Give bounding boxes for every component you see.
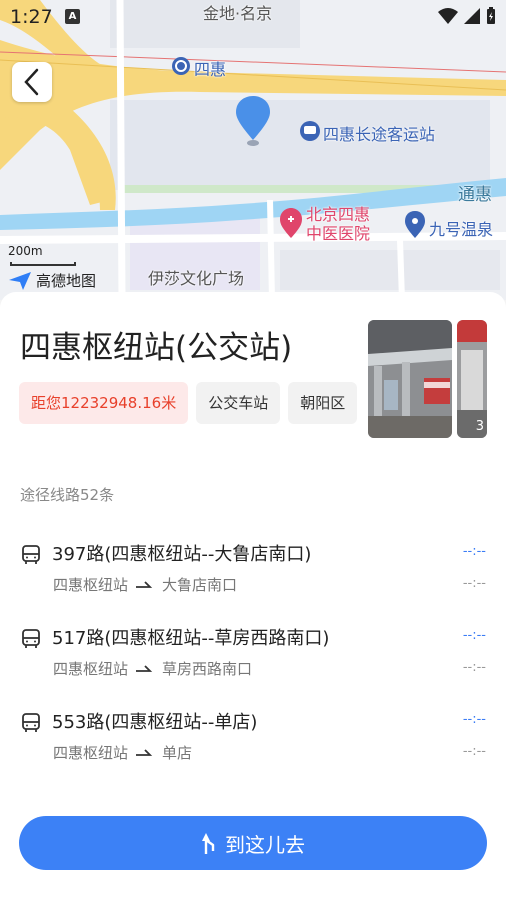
- notification-icon: A: [65, 9, 80, 24]
- map-scale-bar: [10, 262, 76, 266]
- map-label-coach-station[interactable]: 四惠长途客运站: [323, 121, 435, 145]
- route-item[interactable]: 553路(四惠枢纽站--单店) --:-- 四惠枢纽站 单店 --:--: [20, 708, 490, 768]
- route-name: 517路(四惠枢纽站--草房西路南口): [52, 628, 330, 649]
- map-logo: 高德地图: [8, 270, 96, 291]
- route-item[interactable]: 517路(四惠枢纽站--草房西路南口) --:-- 四惠枢纽站 草房西路南口 -…: [20, 624, 490, 684]
- route-arrival-time: --:--: [462, 628, 486, 643]
- map-label-tonghui: 通惠: [458, 185, 492, 205]
- place-photo-more[interactable]: 3: [457, 320, 487, 438]
- chevron-left-icon: [24, 68, 39, 96]
- map-label-yisha: 伊莎文化广场: [148, 269, 245, 288]
- map-background: [0, 0, 506, 300]
- arrow-right-icon: [136, 748, 153, 756]
- battery-icon: [487, 7, 495, 24]
- route-to: 单店: [162, 744, 193, 762]
- map-view[interactable]: 金地·名京 四惠 四惠长途客运站 通惠 北京四惠中医医院 九号温泉 伊莎文化广场…: [0, 0, 506, 300]
- bus-icon: [22, 545, 40, 564]
- type-tag: 公交车站: [196, 382, 281, 424]
- map-label-hot-spring[interactable]: 九号温泉: [429, 216, 506, 240]
- turn-arrow-icon: [202, 833, 215, 854]
- bus-icon: [22, 629, 40, 648]
- route-direction: 四惠枢纽站 草房西路南口: [53, 658, 252, 679]
- place-tags: 距您12232948.16米 公交车站 朝阳区: [19, 382, 358, 424]
- navigate-here-button[interactable]: 到这儿去: [19, 816, 487, 870]
- route-arrival-time: --:--: [462, 544, 486, 559]
- bus-icon: [22, 713, 40, 732]
- status-icons: [438, 7, 496, 25]
- arrow-right-icon: [136, 580, 153, 588]
- back-button[interactable]: [12, 62, 52, 102]
- route-direction: 四惠枢纽站 大鲁店南口: [53, 574, 237, 595]
- map-label-hospital[interactable]: 北京四惠中医医院: [306, 205, 378, 243]
- route-next-time: --:--: [462, 576, 486, 591]
- route-from: 四惠枢纽站: [53, 576, 129, 594]
- amap-logo-icon: [9, 271, 31, 290]
- route-to: 草房西路南口: [162, 660, 253, 678]
- distance-tag: 距您12232948.16米: [19, 382, 189, 424]
- place-detail-card: 四惠枢纽站(公交站) 距您12232948.16米 公交车站 朝阳区 3 途径线…: [0, 292, 506, 899]
- map-label-sihui-metro[interactable]: 四惠: [194, 56, 226, 80]
- route-to: 大鲁店南口: [162, 576, 238, 594]
- arrow-right-icon: [136, 664, 153, 672]
- place-photo-main[interactable]: [368, 320, 452, 438]
- route-next-time: --:--: [462, 744, 486, 759]
- navigate-here-label: 到这儿去: [225, 832, 305, 857]
- routes-count: 途径线路52条: [20, 486, 115, 504]
- map-logo-text: 高德地图: [36, 272, 97, 290]
- route-item[interactable]: 397路(四惠枢纽站--大鲁店南口) --:-- 四惠枢纽站 大鲁店南口 --:…: [20, 540, 490, 600]
- wifi-icon: [438, 8, 458, 24]
- status-time: 1:27: [10, 6, 53, 28]
- route-from: 四惠枢纽站: [53, 744, 129, 762]
- route-name: 397路(四惠枢纽站--大鲁店南口): [52, 544, 312, 565]
- station-photo-image: [368, 320, 452, 438]
- place-title: 四惠枢纽站(公交站): [20, 330, 293, 366]
- status-bar: 1:27 A: [0, 0, 506, 34]
- route-name: 553路(四惠枢纽站--单店): [52, 712, 258, 733]
- route-from: 四惠枢纽站: [53, 660, 129, 678]
- route-direction: 四惠枢纽站 单店: [53, 742, 192, 763]
- route-arrival-time: --:--: [462, 712, 486, 727]
- signal-icon: [464, 8, 480, 24]
- map-scale-label: 200m: [8, 244, 43, 258]
- route-next-time: --:--: [462, 660, 486, 675]
- district-tag: 朝阳区: [288, 382, 358, 424]
- photo-count: 3: [475, 419, 484, 434]
